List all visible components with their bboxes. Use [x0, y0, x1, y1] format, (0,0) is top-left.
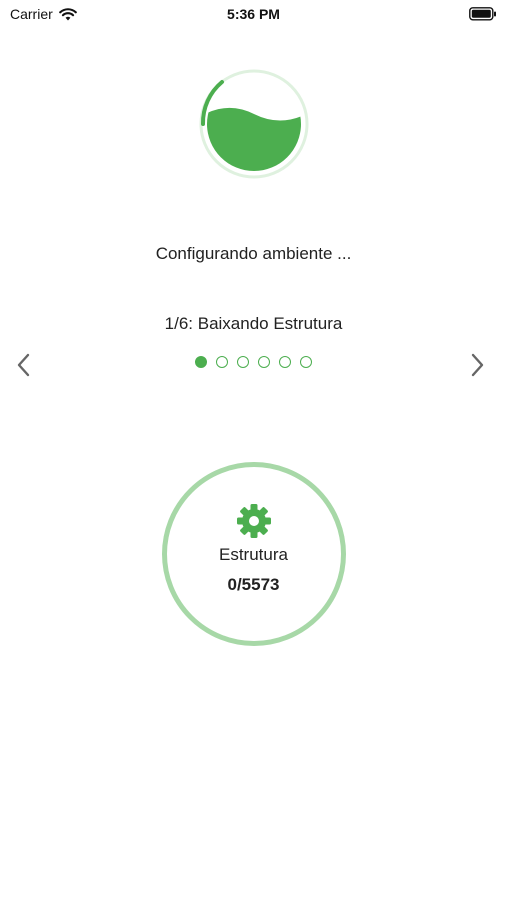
step-pagination — [0, 356, 507, 368]
setup-status-text: Configurando ambiente ... — [155, 244, 352, 263]
pagination-dot — [258, 356, 270, 368]
gear-icon — [237, 504, 271, 538]
status-bar: Carrier 5:36 PM — [0, 0, 507, 30]
pagination-dot — [300, 356, 312, 368]
pagination-dot — [195, 356, 207, 368]
clock: 5:36 PM — [227, 6, 280, 22]
battery-icon — [469, 7, 496, 21]
pagination-dot — [237, 356, 249, 368]
pagination-dot — [216, 356, 228, 368]
step-indicator-text: 1/6: Baixando Estrutura — [164, 314, 343, 333]
progress-count: 0/5573 — [227, 575, 280, 594]
progress-label: Estrutura — [219, 545, 288, 564]
pagination-dot — [279, 356, 291, 368]
loading-animation — [199, 69, 309, 179]
